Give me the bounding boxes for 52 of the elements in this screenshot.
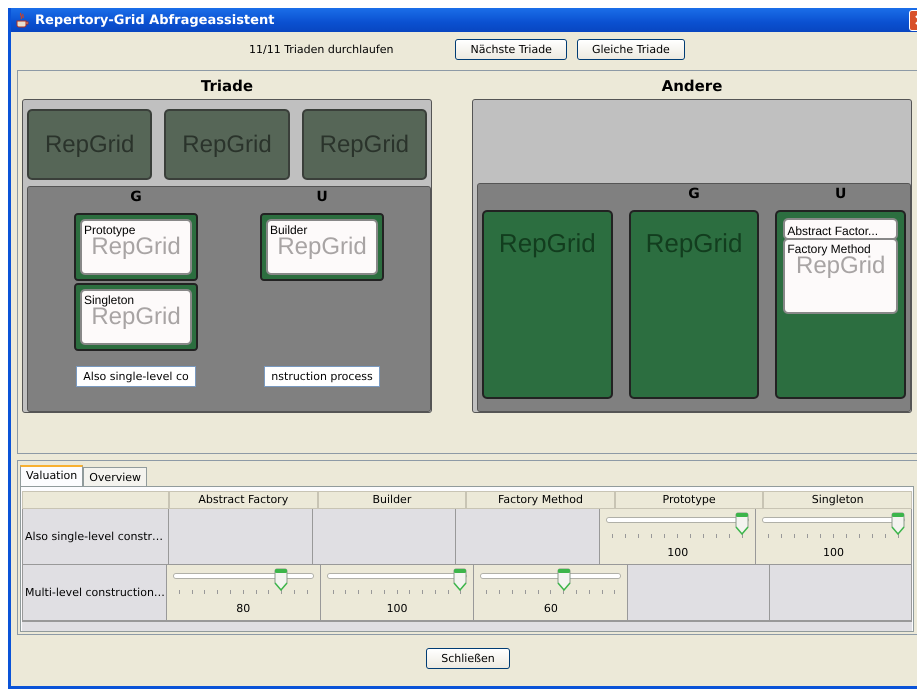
element-card[interactable]: Prototype RepGrid — [74, 213, 198, 281]
progress-text: 11/11 Triaden durchlaufen — [249, 42, 394, 56]
close-dialog-button[interactable]: Schließen — [426, 648, 510, 669]
row-header: Multi-level construction… — [22, 565, 167, 621]
column-header: Builder — [318, 491, 466, 509]
card-label: Abstract Factor... — [787, 224, 880, 238]
section-title: Triade — [200, 76, 254, 97]
slider-value: 100 — [666, 546, 690, 559]
column-header: Abstract Factory — [169, 491, 318, 509]
section-title: Andere — [660, 76, 724, 97]
column-header: Singleton — [763, 491, 912, 509]
slider-value: 60 — [542, 602, 559, 615]
pole-label: G — [130, 188, 142, 207]
element-card[interactable]: Factory Method RepGrid — [783, 238, 898, 314]
column-header: Prototype — [614, 491, 764, 509]
slider-value: 80 — [235, 602, 252, 615]
watermark: RepGrid — [91, 305, 181, 329]
tab[interactable]: Valuation — [20, 465, 84, 486]
column-header: Factory Method — [466, 491, 615, 509]
rating-slider[interactable] — [480, 568, 622, 590]
triad-button[interactable]: Nächste Triade — [455, 38, 567, 60]
slider-value: 100 — [822, 546, 846, 559]
pole-label: U — [316, 188, 328, 207]
pole-label: U — [834, 185, 846, 204]
row-header: Also single-level constr… — [22, 509, 169, 565]
window-title: Repertory-Grid Abfrageassistent — [35, 12, 274, 28]
rating-slider[interactable] — [762, 512, 905, 534]
rating-slider[interactable] — [326, 568, 468, 590]
element-card[interactable]: Builder RepGrid — [260, 213, 384, 281]
element-card[interactable]: Abstract Factor... — [783, 218, 898, 240]
slider-thumb[interactable] — [556, 568, 571, 592]
pole-label: G — [688, 185, 700, 204]
slider-value: 100 — [386, 602, 409, 615]
triad-button[interactable]: Gleiche Triade — [576, 38, 685, 60]
tab[interactable]: Overview — [83, 467, 148, 486]
slider-thumb[interactable] — [274, 568, 288, 592]
card-label: Prototype — [84, 223, 136, 237]
rating-slider[interactable] — [172, 568, 314, 590]
slider-thumb[interactable] — [735, 512, 750, 536]
construct-label: Also single-level co — [76, 366, 196, 387]
card-label: Builder — [270, 223, 308, 237]
watermark: RepGrid — [796, 254, 886, 278]
construct-label: nstruction process — [264, 366, 380, 387]
element-card[interactable]: Singleton RepGrid — [74, 283, 198, 351]
cup-icon — [15, 12, 29, 28]
slider-thumb[interactable] — [453, 568, 468, 592]
slider-thumb[interactable] — [890, 512, 905, 536]
watermark: RepGrid — [91, 235, 181, 259]
card-label: Factory Method — [787, 242, 871, 256]
rating-slider[interactable] — [606, 512, 750, 534]
watermark: RepGrid — [277, 235, 367, 259]
card-label: Singleton — [84, 293, 134, 307]
